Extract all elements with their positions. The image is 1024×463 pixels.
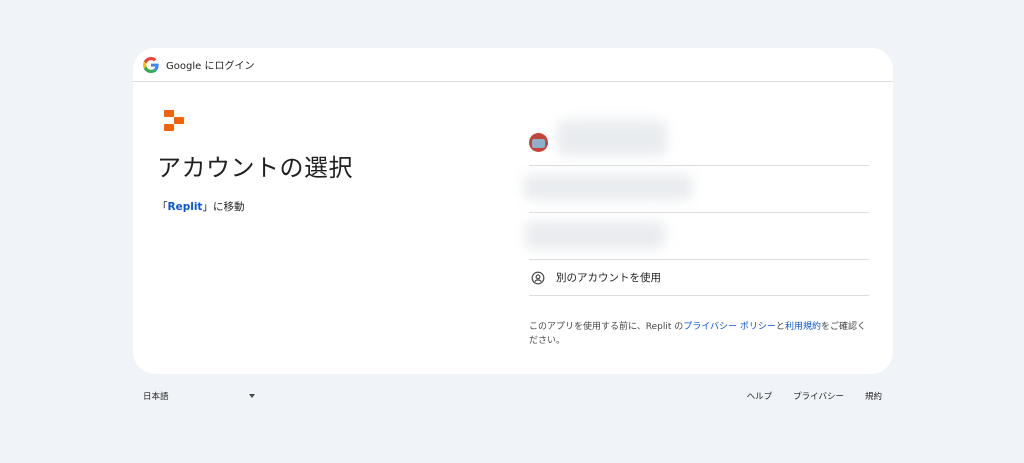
redacted-account-info	[557, 120, 667, 156]
notice-text: このアプリを使用する前に、Replit の	[529, 322, 684, 332]
app-name-link[interactable]: Replit	[168, 201, 203, 213]
footer-links: ヘルプ プライバシー 規約	[747, 390, 882, 402]
privacy-notice: このアプリを使用する前に、Replit のプライバシー ポリシーと利用規約をご確…	[529, 320, 869, 348]
continue-to-app: 「Replit」に移動	[157, 199, 244, 214]
help-link[interactable]: ヘルプ	[747, 390, 773, 402]
privacy-link[interactable]: プライバシー	[793, 390, 844, 402]
language-selector[interactable]: 日本語	[143, 390, 169, 402]
account-circle-icon	[531, 271, 545, 284]
card-header: Google にログイン	[133, 48, 893, 82]
terms-link[interactable]: 利用規約	[785, 322, 821, 332]
redacted-account-info	[525, 221, 665, 249]
account-item[interactable]	[523, 166, 869, 213]
chevron-down-icon[interactable]	[249, 394, 255, 398]
terms-footer-link[interactable]: 規約	[865, 390, 882, 402]
account-list: 別のアカウントを使用	[523, 118, 869, 296]
goto-suffix: 」に移動	[202, 201, 245, 213]
footer: 日本語 ヘルプ プライバシー 規約	[133, 388, 893, 404]
goto-prefix: 「	[157, 201, 168, 213]
use-another-account-button[interactable]: 別のアカウントを使用	[529, 260, 869, 296]
header-title: Google にログイン	[166, 61, 255, 72]
privacy-policy-link[interactable]: プライバシー ポリシー	[683, 322, 776, 332]
avatar	[529, 133, 548, 152]
redacted-account-info	[523, 174, 693, 200]
signin-card: Google にログイン アカウントの選択 「Replit」に移動 別のアカウン…	[133, 48, 893, 374]
use-another-account-label: 別のアカウントを使用	[556, 272, 661, 284]
notice-and: と	[775, 322, 785, 332]
account-item[interactable]	[525, 213, 869, 260]
google-logo-icon	[143, 56, 159, 73]
page-title: アカウントの選択	[157, 154, 353, 182]
account-item[interactable]	[529, 118, 869, 166]
replit-logo-icon	[164, 110, 184, 131]
